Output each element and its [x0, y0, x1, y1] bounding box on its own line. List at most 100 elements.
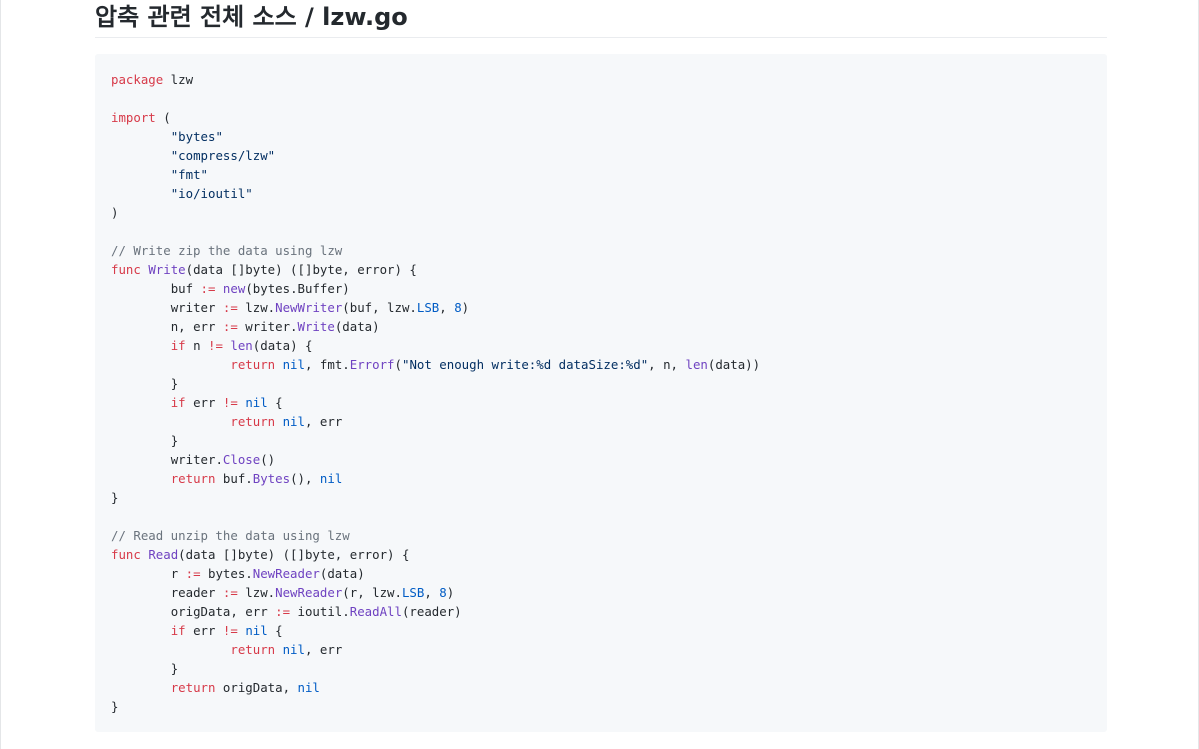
code-line: } [111, 433, 178, 448]
code-function: len [685, 357, 708, 372]
code-text: (data []byte) ([]byte, error) { [185, 262, 417, 277]
code-constant: nil [282, 357, 305, 372]
code-function: NewReader [275, 585, 343, 600]
code-keyword: := [275, 604, 291, 619]
code-text: n, err [111, 319, 223, 334]
code-constant: 8 [454, 300, 462, 315]
code-keyword: := [200, 281, 216, 296]
code-block[interactable]: package lzw import ( "bytes" "compress/l… [95, 54, 1107, 732]
code-keyword: := [222, 319, 238, 334]
code-text: } [111, 433, 179, 448]
section-heading: 압축 관련 전체 소스 / lzw.go [95, 0, 1107, 38]
code-text: (data) [319, 566, 365, 581]
code-constant: nil [297, 680, 320, 695]
code-line: // Write zip the data using lzw [111, 243, 342, 258]
code-text: ) [461, 300, 470, 315]
code-line: ) [111, 205, 118, 220]
code-text: ioutil. [290, 604, 350, 619]
code-line: return nil, err [111, 414, 342, 429]
code-text: (data)) [707, 357, 761, 372]
code-keyword: != [208, 338, 223, 353]
code-line: n, err := writer.Write(data) [111, 319, 380, 334]
code-string: "Not enough write:%d dataSize:%d" [401, 357, 649, 372]
code-line: "bytes" [111, 129, 223, 144]
code-constant: LSB [401, 585, 425, 600]
code-line: buf := new(bytes.Buffer) [111, 281, 350, 296]
code-function: Read [148, 547, 179, 562]
code-constant: nil [282, 642, 305, 657]
code-text: writer [111, 300, 223, 315]
code-listing[interactable]: package lzw import ( "bytes" "compress/l… [95, 54, 1107, 732]
code-line: // Read unzip the data using lzw [111, 528, 350, 543]
code-text: { [267, 395, 283, 410]
code-line: } [111, 661, 178, 676]
code-text: bytes. [200, 566, 253, 581]
code-text: err [185, 623, 223, 638]
code-line: } [111, 699, 118, 714]
code-line: "fmt" [111, 167, 208, 182]
code-text: r [111, 566, 186, 581]
code-keyword: return [170, 680, 216, 695]
code-text: (), [290, 471, 320, 486]
code-function: Bytes [252, 471, 291, 486]
code-constant: nil [319, 471, 343, 486]
code-function: NewWriter [275, 300, 343, 315]
code-comment: // Read unzip the data using lzw [111, 528, 350, 543]
code-line: reader := lzw.NewReader(r, lzw.LSB, 8) [111, 585, 455, 600]
code-string: "compress/lzw" [170, 148, 276, 163]
code-line: "io/ioutil" [111, 186, 253, 201]
code-line: } [111, 376, 178, 391]
code-text: } [111, 699, 119, 714]
code-text: , err [304, 414, 343, 429]
code-line: return nil, err [111, 642, 342, 657]
code-text: origData, [215, 680, 298, 695]
code-text: (data []byte) ([]byte, error) { [178, 547, 410, 562]
code-text: (reader) [401, 604, 462, 619]
code-constant: LSB [416, 300, 440, 315]
article-content: 압축 관련 전체 소스 / lzw.go package lzw import … [95, 0, 1107, 732]
code-line: return buf.Bytes(), nil [111, 471, 343, 486]
code-text: reader [111, 585, 223, 600]
code-text: (bytes.Buffer) [245, 281, 350, 296]
code-line: func Read(data []byte) ([]byte, error) { [111, 547, 409, 562]
code-text: (data) { [252, 338, 313, 353]
code-function: NewReader [252, 566, 320, 581]
code-function: len [230, 338, 253, 353]
code-keyword: return [170, 471, 216, 486]
code-constant: nil [245, 623, 268, 638]
code-line: if n != len(data) { [111, 338, 313, 353]
code-function: new [222, 281, 246, 296]
code-line: origData, err := ioutil.ReadAll(reader) [111, 604, 462, 619]
code-text: (data) [334, 319, 380, 334]
code-line: func Write(data []byte) ([]byte, error) … [111, 262, 417, 277]
code-string: "io/ioutil" [170, 186, 253, 201]
code-text: ) [446, 585, 455, 600]
code-keyword: import [111, 110, 156, 125]
code-line: r := bytes.NewReader(data) [111, 566, 365, 581]
code-text: buf. [215, 471, 253, 486]
code-line: if err != nil { [111, 623, 283, 638]
code-comment: // Write zip the data using lzw [111, 243, 343, 258]
code-constant: nil [282, 414, 305, 429]
code-line: if err != nil { [111, 395, 283, 410]
code-keyword: return [230, 414, 276, 429]
code-keyword: return [230, 642, 276, 657]
code-text: } [111, 376, 179, 391]
code-constant: 8 [439, 585, 447, 600]
code-function: Close [222, 452, 261, 467]
code-text: buf [111, 281, 201, 296]
code-text: ( [155, 110, 171, 125]
code-line: } [111, 490, 118, 505]
